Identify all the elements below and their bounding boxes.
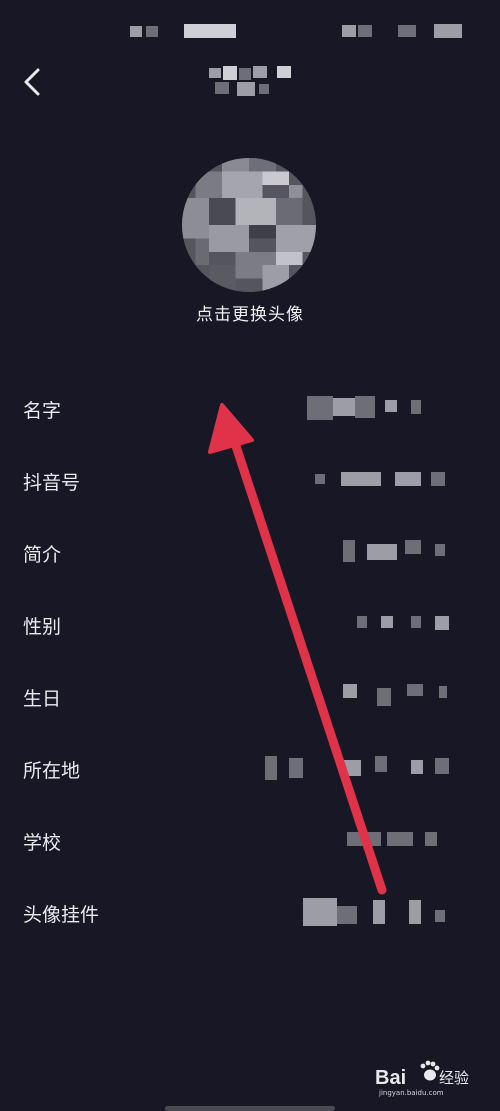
value-pixel xyxy=(395,472,421,486)
value-pixel xyxy=(439,686,447,698)
field-value-obscured xyxy=(265,756,475,780)
value-pixel xyxy=(289,758,303,778)
status-pixel xyxy=(358,25,372,37)
field-value-obscured xyxy=(315,540,475,564)
status-pixel xyxy=(130,26,142,37)
title-pixel xyxy=(253,66,267,78)
value-pixel xyxy=(435,616,449,630)
field-row-name[interactable]: 名字 xyxy=(0,372,500,444)
status-bar xyxy=(0,0,500,60)
title-pixel xyxy=(215,82,229,94)
value-pixel xyxy=(411,400,421,414)
field-row-douyin-id[interactable]: 抖音号 xyxy=(0,444,500,516)
value-pixel xyxy=(355,396,375,418)
value-pixel xyxy=(407,684,423,696)
svg-text:经验: 经验 xyxy=(439,1069,469,1087)
field-value-obscured xyxy=(315,612,475,636)
battery-icon xyxy=(434,24,462,38)
field-label: 学校 xyxy=(23,832,62,854)
field-label: 简介 xyxy=(23,544,62,566)
value-pixel xyxy=(347,832,381,846)
field-value-obscured xyxy=(315,468,475,492)
field-row-birthday[interactable]: 生日 xyxy=(0,660,500,732)
title-pixel xyxy=(239,68,251,80)
value-pixel xyxy=(411,616,421,628)
title-pixel xyxy=(237,82,255,96)
field-label: 性别 xyxy=(23,616,62,638)
value-pixel xyxy=(357,616,367,628)
value-pixel xyxy=(425,832,437,846)
value-pixel xyxy=(373,900,385,924)
title-pixel xyxy=(209,68,221,78)
value-pixel xyxy=(367,544,397,560)
field-row-location[interactable]: 所在地 xyxy=(0,732,500,804)
field-label: 所在地 xyxy=(23,760,81,782)
value-pixel xyxy=(435,758,449,774)
avatar-image xyxy=(182,158,316,292)
status-pixel xyxy=(146,26,158,37)
status-pixel xyxy=(398,25,416,37)
value-pixel xyxy=(343,760,361,776)
title-pixel xyxy=(277,66,291,78)
value-pixel xyxy=(307,396,333,420)
value-pixel xyxy=(377,688,391,706)
change-avatar-link[interactable]: 点击更换头像 xyxy=(0,300,500,325)
value-pixel xyxy=(333,398,355,416)
status-time-pixels xyxy=(184,24,236,38)
value-pixel xyxy=(381,616,393,628)
page-title xyxy=(205,62,295,100)
field-row-avatar-pendant[interactable]: 头像挂件 xyxy=(0,876,500,948)
title-pixel xyxy=(259,84,269,94)
value-pixel xyxy=(303,898,337,926)
field-label: 抖音号 xyxy=(23,472,81,494)
field-row-bio[interactable]: 简介 xyxy=(0,516,500,588)
value-pixel xyxy=(337,906,357,924)
status-pixel xyxy=(342,25,356,37)
field-value-obscured xyxy=(315,684,475,708)
title-pixel xyxy=(223,66,237,80)
watermark: Bai 经验 jingyan.baidu.com xyxy=(375,1058,470,1098)
value-pixel xyxy=(343,540,355,562)
baidu-logo-icon: Bai 经验 jingyan.baidu.com xyxy=(375,1060,469,1097)
value-pixel xyxy=(431,472,445,486)
field-row-gender[interactable]: 性别 xyxy=(0,588,500,660)
field-row-school[interactable]: 学校 xyxy=(0,804,500,876)
value-pixel xyxy=(265,756,277,780)
value-pixel xyxy=(435,910,445,922)
avatar[interactable] xyxy=(182,158,316,292)
value-pixel xyxy=(409,900,421,924)
profile-field-list: 名字 抖音号 简介 性别 生日 所在地 学校 头像挂件 xyxy=(0,372,500,948)
field-value-obscured xyxy=(315,828,475,852)
chevron-left-icon xyxy=(24,68,40,96)
svg-text:Bai: Bai xyxy=(375,1067,406,1089)
value-pixel xyxy=(387,832,413,846)
field-label: 名字 xyxy=(23,400,62,422)
value-pixel xyxy=(375,756,387,772)
back-button[interactable] xyxy=(14,62,54,102)
value-pixel xyxy=(341,472,381,486)
field-label: 头像挂件 xyxy=(23,904,100,926)
value-pixel xyxy=(435,544,445,556)
value-pixel xyxy=(405,540,421,554)
field-value-obscured xyxy=(303,898,475,926)
svg-text:jingyan.baidu.com: jingyan.baidu.com xyxy=(378,1089,444,1097)
home-indicator xyxy=(165,1106,335,1111)
value-pixel xyxy=(315,474,325,484)
value-pixel xyxy=(411,760,423,774)
field-value-obscured xyxy=(307,396,475,420)
field-label: 生日 xyxy=(23,688,62,710)
value-pixel xyxy=(385,400,397,412)
value-pixel xyxy=(343,684,357,698)
